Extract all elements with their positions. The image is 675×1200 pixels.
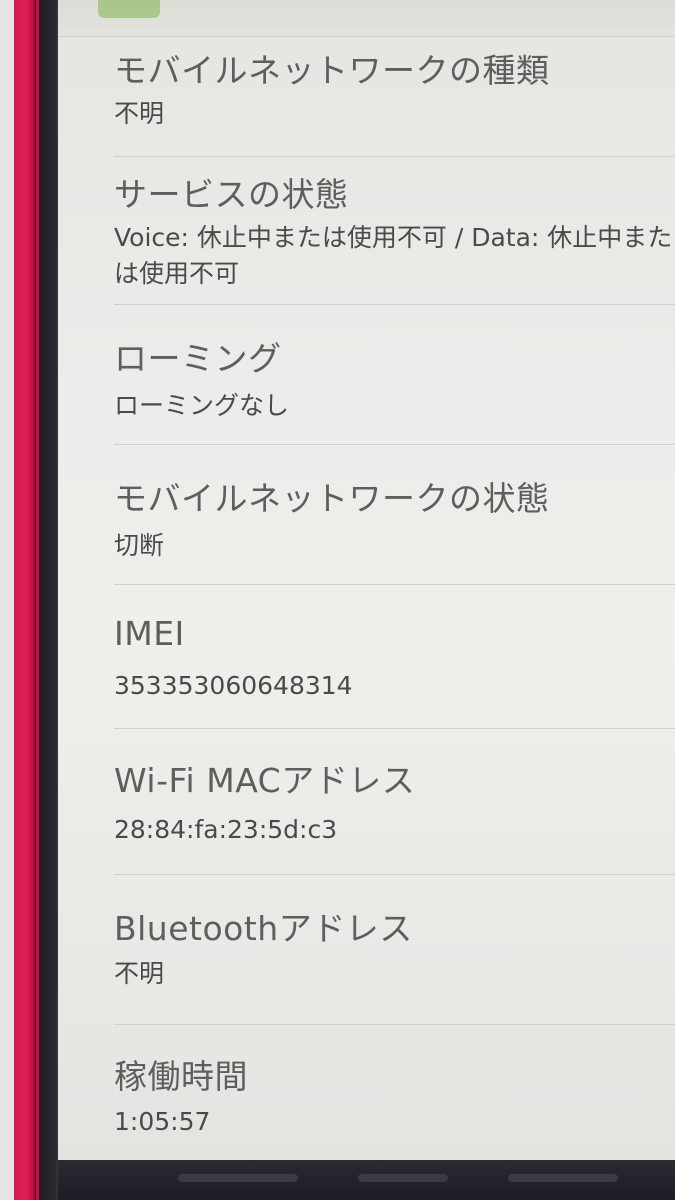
settings-item-wifi-mac[interactable]: Wi-Fi MACアドレス 28:84:fa:23:5d:c3 [114,728,675,875]
battery-icon [98,0,160,18]
settings-item-title: サービスの状態 [114,175,349,214]
settings-item-network-type[interactable]: モバイルネットワークの種類 不明 [114,36,675,157]
navigation-bar [58,1160,675,1200]
settings-item-uptime[interactable]: 稼働時間 1:05:57 [114,1024,675,1160]
bezel-highlight [36,0,39,1200]
phone-screen: モバイルネットワークの種類 不明 サービスの状態 Voice: 休止中または使用… [58,0,675,1160]
settings-item-title: Bluetoothアドレス [114,909,413,948]
back-button[interactable] [178,1174,298,1182]
settings-item-summary: 353353060648314 [114,671,353,700]
settings-item-roaming[interactable]: ローミング ローミングなし [114,304,675,445]
settings-item-title: Wi-Fi MACアドレス [114,761,416,800]
settings-item-title: モバイルネットワークの種類 [114,51,550,90]
settings-item-title: モバイルネットワークの状態 [114,479,550,518]
settings-item-service-state[interactable]: サービスの状態 Voice: 休止中または使用不可 / Data: 休止中または… [114,156,675,305]
settings-item-title: ローミング [114,339,282,378]
recents-button[interactable] [508,1174,618,1182]
settings-item-network-state[interactable]: モバイルネットワークの状態 切断 [114,444,675,585]
settings-item-summary: 不明 [114,99,165,128]
settings-item-summary: 1:05:57 [114,1107,211,1136]
settings-item-summary: Voice: 休止中または使用不可 / Data: 休止中または使用不可 [114,223,673,288]
settings-item-summary: ローミングなし [114,391,290,420]
settings-item-imei[interactable]: IMEI 353353060648314 [114,584,675,729]
home-button[interactable] [358,1174,448,1182]
settings-item-summary: 切断 [114,531,165,560]
settings-item-bluetooth-address[interactable]: Bluetoothアドレス 不明 [114,874,675,1025]
status-bar [58,0,675,37]
settings-item-title: 稼働時間 [114,1057,248,1096]
settings-item-title: IMEI [114,614,185,653]
settings-item-summary: 不明 [114,959,165,988]
phone-bezel [0,0,58,1200]
settings-item-summary: 28:84:fa:23:5d:c3 [114,815,338,844]
